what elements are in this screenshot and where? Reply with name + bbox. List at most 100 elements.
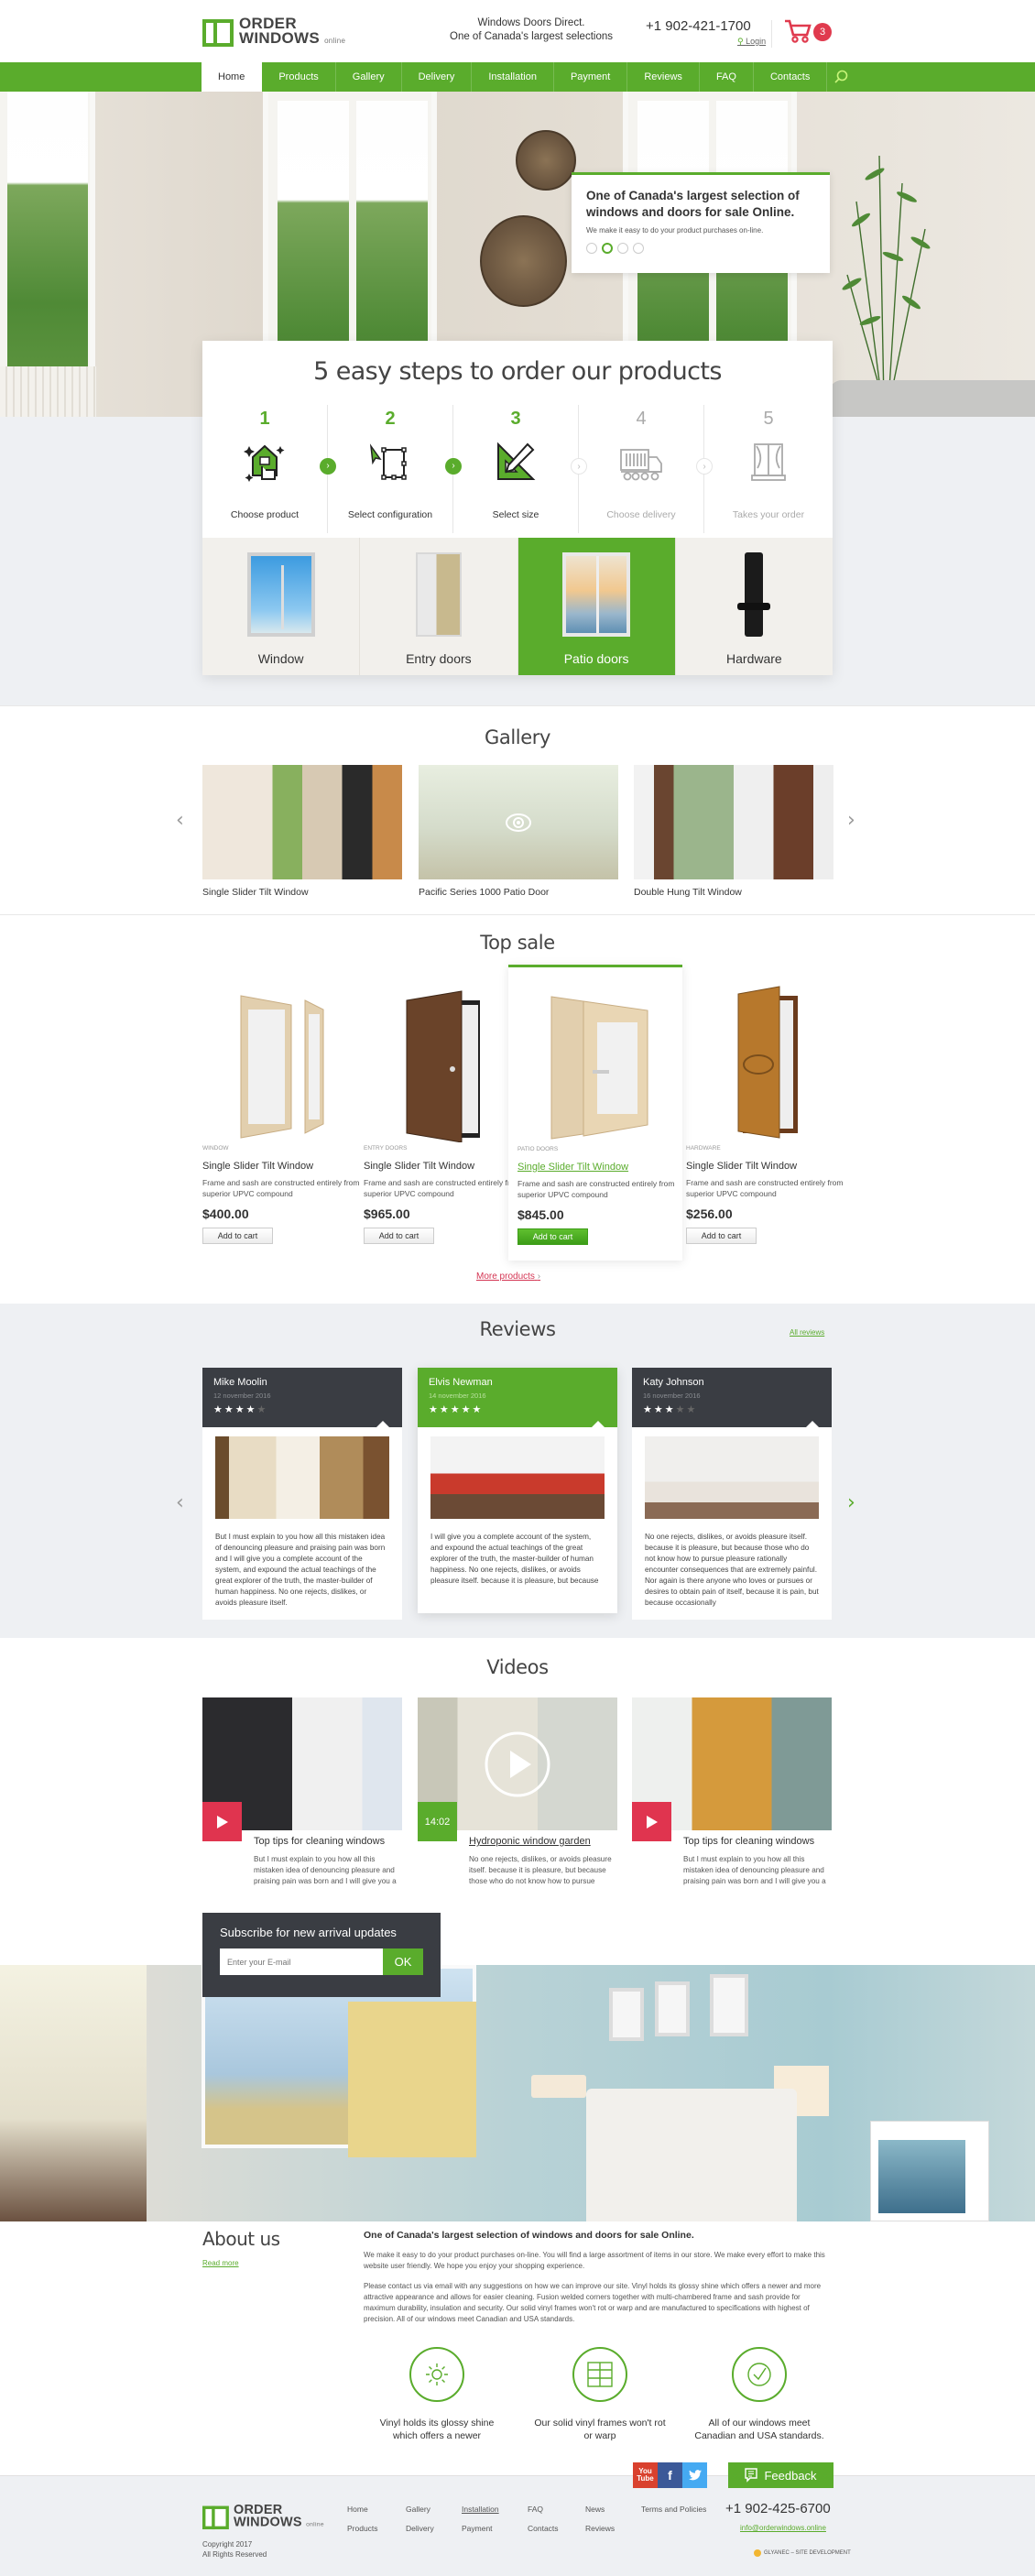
footer-link-gallery[interactable]: Gallery — [406, 2505, 430, 2514]
chevron-left-icon[interactable]: ‹ — [176, 1491, 184, 1514]
nav-item-home[interactable]: Home — [202, 62, 263, 92]
footer-email-link[interactable]: info@orderwindows.online — [740, 2524, 826, 2532]
footer-link-installation[interactable]: Installation — [462, 2505, 499, 2514]
user-icon: ⚲ — [737, 37, 746, 46]
chevron-left-icon[interactable]: ‹ — [176, 809, 184, 832]
feedback-label: Feedback — [764, 2468, 817, 2483]
chevron-right-icon[interactable]: › — [847, 809, 855, 832]
product-category: Hardware — [686, 1145, 721, 1152]
wall-frame — [609, 1988, 644, 2041]
developer-credit[interactable]: GLYANEC – SITE DEVELOPMENT — [754, 2549, 851, 2557]
nav-item-installation[interactable]: Installation — [472, 62, 554, 92]
footer-link-faq[interactable]: FAQ — [528, 2505, 543, 2514]
step-2[interactable]: 2 Select configuration — [328, 405, 453, 533]
footer-phone[interactable]: +1 902-425-6700 — [725, 2501, 831, 2516]
nav-item-faq[interactable]: FAQ — [700, 62, 754, 92]
add-to-cart-button[interactable]: Add to cart — [202, 1228, 273, 1244]
video-card[interactable]: Top tips for cleaning windows But I must… — [202, 1697, 402, 1887]
about-title: About us — [202, 2228, 280, 2250]
product-title[interactable]: Single Slider Tilt Window — [364, 1161, 524, 1172]
step-number: 3 — [510, 409, 521, 429]
review-text: No one rejects, dislikes, or avoids plea… — [645, 1533, 819, 1607]
video-title[interactable]: Hydroponic window garden — [469, 1836, 617, 1847]
step-4[interactable]: 4 Choose delivery — [579, 405, 704, 533]
nav-item-payment[interactable]: Payment — [554, 62, 628, 92]
search-icon[interactable] — [827, 62, 855, 92]
product-image-window — [240, 995, 324, 1139]
footer-link-delivery[interactable]: Delivery — [406, 2524, 434, 2533]
more-products-link[interactable]: More products › — [476, 1272, 540, 1282]
gallery-item[interactable]: Pacific Series 1000 Patio Door — [419, 765, 618, 898]
nav-item-delivery[interactable]: Delivery — [402, 62, 473, 92]
slider-dot[interactable] — [586, 243, 597, 254]
video-card-active[interactable]: 14:02 Hydroponic window garden No one re… — [418, 1697, 617, 1887]
gallery-item[interactable]: Double Hung Tilt Window — [634, 765, 833, 898]
footer-link-home[interactable]: Home — [347, 2505, 368, 2514]
step-1[interactable]: 1 Choose product — [202, 405, 328, 533]
product-category: Entry doors — [364, 1145, 408, 1152]
category-hardware[interactable]: Hardware — [676, 538, 833, 675]
footer-link-terms[interactable]: Terms and Policies — [641, 2505, 706, 2514]
email-input[interactable] — [220, 1948, 383, 1975]
footer-link-contacts[interactable]: Contacts — [528, 2524, 559, 2533]
gallery-item[interactable]: Single Slider Tilt Window — [202, 765, 402, 898]
cart-icon[interactable] — [783, 18, 812, 44]
youtube-icon[interactable]: You Tube — [633, 2462, 658, 2488]
logo[interactable]: ORDER WINDOWS online — [202, 16, 345, 49]
product-card[interactable]: Hardware Single Slider Tilt Window Frame… — [677, 966, 851, 1262]
step-5[interactable]: 5 Takes your order — [704, 405, 833, 533]
more-products-label: More products — [476, 1272, 535, 1282]
category-entry-doors[interactable]: Entry doors — [360, 538, 518, 675]
play-circle-icon[interactable] — [484, 1730, 551, 1798]
nav-item-reviews[interactable]: Reviews — [627, 62, 700, 92]
cart-count-badge[interactable]: 3 — [813, 23, 832, 41]
play-icon[interactable] — [202, 1802, 242, 1841]
subscribe-ok-button[interactable]: OK — [383, 1948, 423, 1975]
delivery-truck-icon — [620, 449, 662, 481]
video-title[interactable]: Top tips for cleaning windows — [254, 1836, 402, 1847]
footer-link-news[interactable]: News — [585, 2505, 605, 2514]
footer-link-payment[interactable]: Payment — [462, 2524, 493, 2533]
flowers-dresser — [0, 1965, 147, 2221]
step-3[interactable]: 3 Select size — [453, 405, 579, 533]
eye-view-icon[interactable] — [505, 812, 532, 834]
add-to-cart-button[interactable]: Add to cart — [364, 1228, 434, 1244]
feedback-button[interactable]: Feedback — [728, 2462, 833, 2488]
header-phone[interactable]: +1 902-421-1700 — [646, 18, 751, 34]
product-price: $400.00 — [202, 1206, 249, 1221]
all-reviews-link[interactable]: All reviews — [790, 1328, 824, 1337]
facebook-icon[interactable]: f — [658, 2462, 682, 2488]
video-card[interactable]: Top tips for cleaning windows But I must… — [632, 1697, 832, 1887]
video-title[interactable]: Top tips for cleaning windows — [683, 1836, 832, 1847]
logo-icon — [202, 2505, 229, 2529]
feature-label: Vinyl holds its glossy shine which offer… — [379, 2418, 495, 2441]
chevron-right-icon[interactable]: › — [847, 1491, 855, 1514]
category-window[interactable]: Window — [202, 538, 361, 675]
footer-logo[interactable]: ORDER WINDOWS online — [202, 2503, 324, 2531]
nav-item-gallery[interactable]: Gallery — [336, 62, 402, 92]
product-card[interactable]: Entry doors Single Slider Tilt Window Fr… — [354, 966, 528, 1262]
footer-link-reviews[interactable]: Reviews — [585, 2524, 615, 2533]
reviews-title: Reviews — [479, 1318, 556, 1340]
slider-dot-active[interactable] — [602, 243, 613, 254]
category-patio-doors[interactable]: Patio doors — [518, 538, 676, 675]
nav-item-products[interactable]: Products — [262, 62, 336, 92]
slider-dot[interactable] — [633, 243, 644, 254]
read-more-link[interactable]: Read more — [202, 2259, 239, 2267]
login-link[interactable]: ⚲ Login — [737, 37, 766, 47]
copyright-year: Copyright 2017 — [202, 2540, 253, 2549]
add-to-cart-button[interactable]: Add to cart — [686, 1228, 757, 1244]
product-title[interactable]: Single Slider Tilt Window — [686, 1161, 846, 1172]
product-title[interactable]: Single Slider Tilt Window — [202, 1161, 363, 1172]
play-icon[interactable] — [632, 1802, 671, 1841]
twitter-icon[interactable] — [682, 2462, 707, 2488]
footer-link-products[interactable]: Products — [347, 2524, 378, 2533]
nav-item-contacts[interactable]: Contacts — [754, 62, 828, 92]
product-card-active[interactable]: Patio doors Single Slider Tilt Window Fr… — [508, 965, 682, 1261]
video-description: No one rejects, dislikes, or avoids plea… — [469, 1855, 612, 1885]
product-title[interactable]: Single Slider Tilt Window — [518, 1162, 678, 1173]
add-to-cart-button[interactable]: Add to cart — [518, 1228, 588, 1245]
slider-dot[interactable] — [617, 243, 628, 254]
product-card[interactable]: Window Single Slider Tilt Window Frame a… — [193, 966, 367, 1262]
feature-label: All of our windows meet Canadian and USA… — [694, 2418, 824, 2441]
